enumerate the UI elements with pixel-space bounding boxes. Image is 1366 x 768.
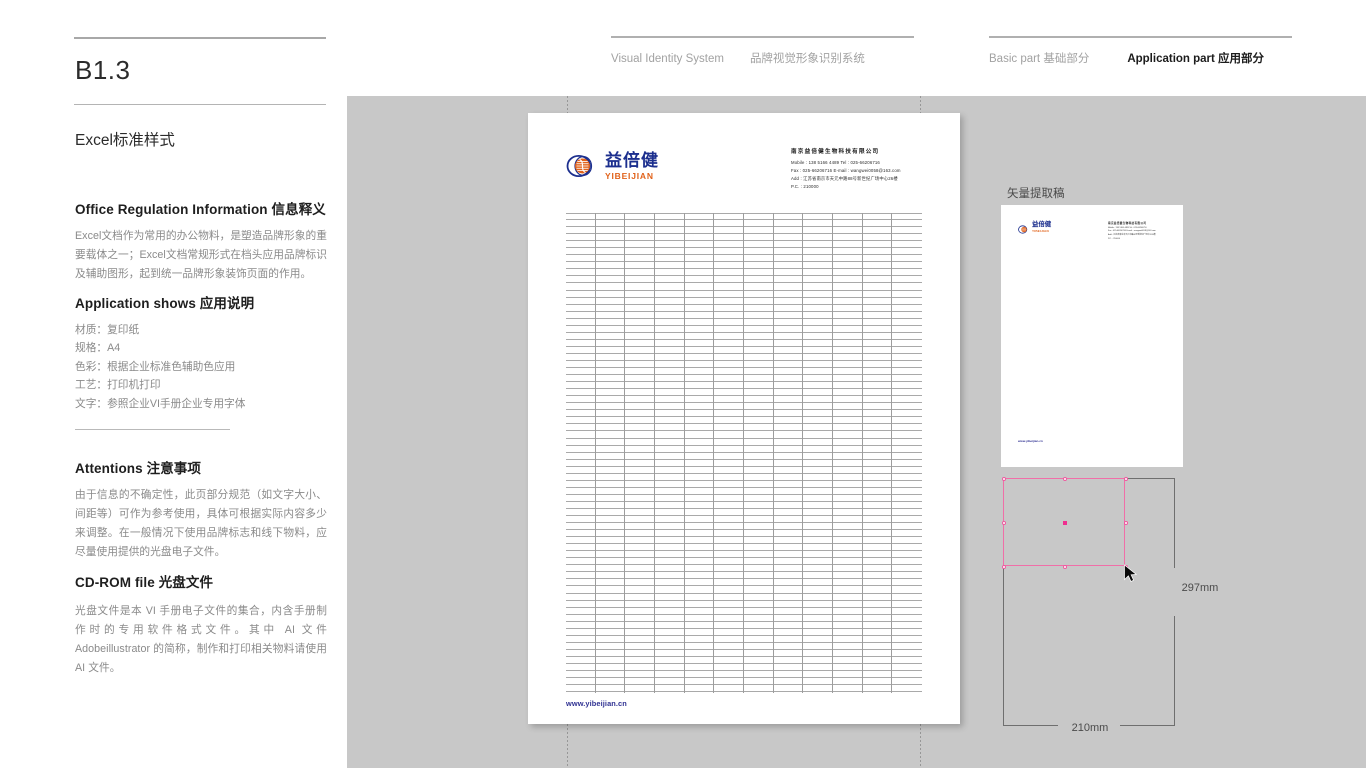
block-heading: Office Regulation Information 信息释义 bbox=[75, 202, 326, 217]
block-application-shows: Application shows 应用说明 材质：复印纸 规格：A4 色彩：根… bbox=[75, 292, 329, 413]
contact-address: Add : 江苏省南京市天元中路88号新世纪广场中心26楼 bbox=[791, 176, 898, 182]
arrow-cursor-icon bbox=[1123, 564, 1139, 589]
a4-dimension-diagram: 210mm 297mm bbox=[1001, 476, 1218, 734]
selection-handle-bc[interactable] bbox=[1062, 564, 1067, 569]
company-contact-block: 南京益倍健生物科技有限公司 Mobile : 138 5166 4489 Tel… bbox=[791, 149, 931, 191]
globe-dna-logo-icon bbox=[566, 151, 596, 181]
nav-group-system: Visual Identity System 品牌视觉形象识别系统 bbox=[611, 36, 914, 66]
nav-item-application-part[interactable]: Application part 应用部分 bbox=[1127, 50, 1264, 66]
thumbnail-contact: 南京益倍健生物科技有限公司 Mobile : 138 5166 4489 Tel… bbox=[1108, 221, 1168, 242]
thumbnail-line-4: P.C. : 210000 bbox=[1108, 237, 1120, 240]
selection-center-point[interactable] bbox=[1062, 520, 1067, 525]
contact-fax-email: Fax : 025-66206716 E-mail : wangwei0058@… bbox=[791, 168, 901, 174]
selection-handle-tc[interactable] bbox=[1062, 476, 1067, 481]
sidebar-divider bbox=[75, 429, 230, 430]
design-canvas: 益倍健 YIBEIJIAN 南京益倍健生物科技有限公司 Mobile : 138… bbox=[347, 96, 1366, 768]
block-office-regulation: Office Regulation Information 信息释义 Excel… bbox=[75, 198, 329, 284]
thumbnail-logo-cn: 益倍健 bbox=[1032, 221, 1052, 229]
spec-process: 工艺：打印机打印 bbox=[75, 379, 161, 392]
block-cdrom-file: CD-ROM file 光盘文件 光盘文件是本 VI 手册电子文件的集合，内含手… bbox=[75, 571, 329, 678]
nav-item-basic-part[interactable]: Basic part 基础部分 bbox=[989, 50, 1089, 66]
grid-column[interactable] bbox=[833, 213, 863, 693]
grid-column[interactable] bbox=[744, 213, 774, 693]
grid-column[interactable] bbox=[892, 213, 922, 693]
nav-rule bbox=[989, 36, 1292, 38]
selection-handle-ml[interactable] bbox=[1001, 520, 1006, 525]
sidebar-top-rule bbox=[74, 37, 326, 39]
block-heading: Application shows 应用说明 bbox=[75, 296, 255, 311]
thumbnail-url: www.yibeijian.cn bbox=[1018, 439, 1043, 443]
grid-column[interactable] bbox=[863, 213, 893, 693]
nav-rule bbox=[611, 36, 914, 38]
selection-handle-tl[interactable] bbox=[1001, 476, 1006, 481]
spec-color: 色彩：根据企业标准色辅助色应用 bbox=[75, 360, 236, 373]
block-paragraph: Excel文档作为常用的办公物料，是塑造品牌形象的重要载体之一；Excel文档常… bbox=[75, 230, 327, 281]
grid-columns bbox=[566, 213, 922, 693]
company-name: 南京益倍健生物科技有限公司 bbox=[791, 149, 880, 155]
block-attentions: Attentions 注意事项 由于信息的不确定性，此页部分规范（如文字大小、间… bbox=[75, 457, 329, 562]
grid-column[interactable] bbox=[803, 213, 833, 693]
selection-handle-bl[interactable] bbox=[1001, 564, 1006, 569]
thumbnail-logo: 益倍健 YIBEIJIAN bbox=[1018, 221, 1052, 234]
dimension-width-label: 210mm bbox=[1071, 722, 1109, 734]
globe-dna-logo-icon bbox=[1018, 222, 1029, 234]
sheet-footer-url: www.yibeijian.cn bbox=[566, 699, 627, 708]
nav-item-vis-cn[interactable]: 品牌视觉形象识别系统 bbox=[750, 50, 865, 66]
logo-text-en: YIBEIJIAN bbox=[605, 170, 654, 181]
page-root: B1.3 Excel标准样式 Office Regulation Informa… bbox=[0, 0, 1366, 768]
brand-logo: 益倍健 YIBEIJIAN bbox=[566, 151, 659, 181]
grid-column[interactable] bbox=[774, 213, 804, 693]
grid-column[interactable] bbox=[685, 213, 715, 693]
spec-font: 文字：参照企业VI手册企业专用字体 bbox=[75, 397, 246, 410]
dimension-height-label: 297mm bbox=[1181, 582, 1219, 594]
sidebar: B1.3 Excel标准样式 Office Regulation Informa… bbox=[74, 0, 330, 768]
section-code: B1.3 bbox=[75, 55, 131, 85]
section-title: Excel标准样式 bbox=[75, 132, 175, 149]
spec-material: 材质：复印纸 bbox=[75, 324, 140, 336]
selection-handle-tr[interactable] bbox=[1123, 476, 1128, 481]
excel-sheet-preview[interactable]: 益倍健 YIBEIJIAN 南京益倍健生物科技有限公司 Mobile : 138… bbox=[528, 113, 960, 724]
nav-group-parts: Basic part 基础部分 Application part 应用部分 bbox=[989, 36, 1292, 66]
block-paragraph: 光盘文件是本 VI 手册电子文件的集合，内含手册制作时的专用软件格式文件。其中 … bbox=[75, 605, 327, 675]
grid-column[interactable] bbox=[714, 213, 744, 693]
selection-rectangle[interactable] bbox=[1001, 476, 1128, 569]
grid-column[interactable] bbox=[625, 213, 655, 693]
grid-column[interactable] bbox=[566, 213, 596, 693]
thumbnail-logo-en: YIBEIJIAN bbox=[1032, 228, 1049, 233]
contact-mobile-tel: Mobile : 138 5166 4489 Tel : 025-6620671… bbox=[791, 160, 880, 166]
contact-postcode: P.C. : 210000 bbox=[791, 184, 819, 190]
block-heading: Attentions 注意事项 bbox=[75, 461, 201, 476]
block-paragraph: 由于信息的不确定性，此页部分规范（如文字大小、间距等）可作为参考使用，具体可根据… bbox=[75, 489, 327, 559]
grid-column[interactable] bbox=[655, 213, 685, 693]
logo-text-cn: 益倍健 bbox=[605, 150, 659, 170]
sidebar-mid-rule bbox=[74, 104, 326, 105]
vector-draft-label: 矢量提取稿 bbox=[1007, 188, 1065, 200]
excel-grid[interactable] bbox=[566, 213, 922, 693]
vector-thumbnail[interactable]: 益倍健 YIBEIJIAN 南京益倍健生物科技有限公司 Mobile : 138… bbox=[1001, 205, 1183, 467]
nav-item-vis-en[interactable]: Visual Identity System bbox=[611, 53, 724, 65]
grid-column[interactable] bbox=[596, 213, 626, 693]
thumbnail-company: 南京益倍健生物科技有限公司 bbox=[1108, 222, 1147, 225]
block-heading: CD-ROM file 光盘文件 bbox=[75, 575, 214, 590]
selection-handle-mr[interactable] bbox=[1123, 520, 1128, 525]
spec-size: 规格：A4 bbox=[75, 342, 121, 355]
